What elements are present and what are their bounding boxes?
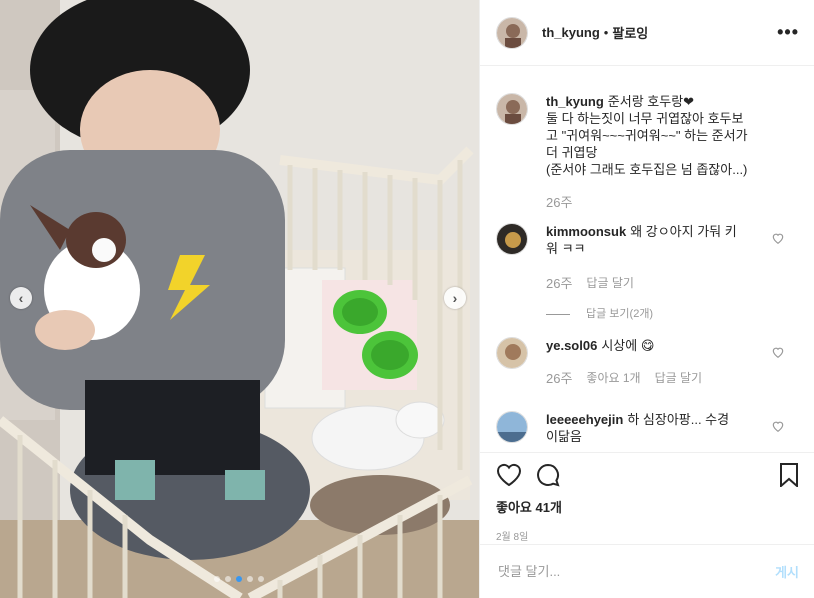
comment-input[interactable] — [496, 563, 776, 580]
carousel-dot — [258, 576, 264, 582]
caption-avatar[interactable] — [496, 93, 528, 125]
comment-time[interactable]: 26주 — [546, 275, 572, 292]
caption-line: (준서야 그래도 호두집은 넘 좁잖아...) — [546, 162, 748, 177]
comment-username[interactable]: ye.sol06 — [546, 338, 597, 353]
bookmark-icon[interactable] — [779, 463, 799, 487]
reply-button[interactable]: 답글 달기 — [655, 370, 703, 387]
heart-outline-icon[interactable] — [496, 463, 522, 487]
post-actions: 좋아요 41개 2월 8일 — [480, 452, 814, 544]
caption-line: 준서랑 호두랑❤ — [607, 94, 695, 109]
reply-button[interactable]: 답글 달기 — [586, 275, 634, 292]
post-photo[interactable]: ‹ › — [0, 0, 479, 598]
caption-item: th_kyung 준서랑 호두랑❤ 둘 다 하는짓이 너무 귀엽잖아 호두보 고 … — [496, 93, 799, 211]
comment-text: 왜 강ㅇ아지 가둬 키 — [630, 224, 737, 239]
comment-like-heart-icon[interactable] — [771, 345, 785, 359]
view-replies-button[interactable]: 답글 보기(2개) — [546, 306, 776, 323]
comment-item: ye.sol06 시상에 😋 26주 좋아요 1개 답글 달기 — [496, 337, 799, 387]
comment-item: leeeeehyejin 하 심장아팡... 수경 이닮음 — [496, 411, 799, 445]
comment-likes-count[interactable]: 좋아요 1개 — [586, 370, 640, 387]
carousel-dot — [214, 576, 220, 582]
view-replies-label: 답글 보기(2개) — [586, 308, 654, 320]
next-image-button[interactable]: › — [444, 287, 466, 309]
comment-time[interactable]: 26주 — [546, 370, 572, 387]
comment-like-heart-icon[interactable] — [771, 231, 785, 245]
prev-image-button[interactable]: ‹ — [10, 287, 32, 309]
post-side-panel: th_kyung • 팔로잉 ••• th_kyung 준서랑 호두랑❤ 둘 다 … — [479, 0, 814, 598]
photo-illustration — [0, 0, 479, 598]
more-options-icon[interactable]: ••• — [777, 22, 799, 43]
caption-username[interactable]: th_kyung — [546, 94, 604, 109]
comments-list: th_kyung 준서랑 호두랑❤ 둘 다 하는짓이 너무 귀엽잖아 호두보 고 … — [480, 67, 814, 452]
caption-line: 둘 다 하는짓이 너무 귀엽잖아 호두보 — [546, 111, 744, 126]
comment-avatar[interactable] — [496, 337, 528, 369]
comment-like-heart-icon[interactable] — [771, 419, 785, 433]
carousel-dot — [225, 576, 231, 582]
comment-avatar[interactable] — [496, 223, 528, 255]
header-separator: • — [603, 25, 609, 40]
replies-divider — [546, 314, 570, 315]
carousel-indicator — [214, 576, 264, 582]
caption-time[interactable]: 26주 — [546, 194, 572, 211]
speech-bubble-icon[interactable] — [536, 463, 560, 487]
comment-username[interactable]: kimmoonsuk — [546, 224, 626, 239]
comment-avatar[interactable] — [496, 411, 528, 443]
add-comment-bar: 게시 — [480, 544, 814, 598]
post-header: th_kyung • 팔로잉 ••• — [480, 0, 814, 66]
author-avatar[interactable] — [496, 16, 528, 49]
following-button[interactable]: 팔로잉 — [612, 23, 648, 42]
comment-username[interactable]: leeeeehyejin — [546, 412, 623, 427]
caption-line: 더 귀엽당 — [546, 145, 598, 160]
likes-count[interactable]: 좋아요 41개 — [496, 497, 799, 516]
comment-text: 워 ㅋㅋ — [546, 241, 586, 256]
author-username[interactable]: th_kyung — [542, 25, 600, 40]
carousel-dot-active — [236, 576, 242, 582]
comment-item: kimmoonsuk 왜 강ㅇ아지 가둬 키 워 ㅋㅋ 26주 답글 달기 답글 … — [496, 223, 799, 323]
comment-text: 시상에 😋 — [601, 338, 655, 353]
post-date[interactable]: 2월 8일 — [496, 528, 799, 543]
caption-line: 고 "귀여워~~~귀여워~~" 하는 준서가 — [546, 128, 748, 143]
post-comment-button[interactable]: 게시 — [775, 562, 799, 581]
comment-text: 하 심장아팡... 수경 — [627, 412, 730, 427]
comment-text: 이닮음 — [546, 429, 582, 444]
carousel-dot — [247, 576, 253, 582]
